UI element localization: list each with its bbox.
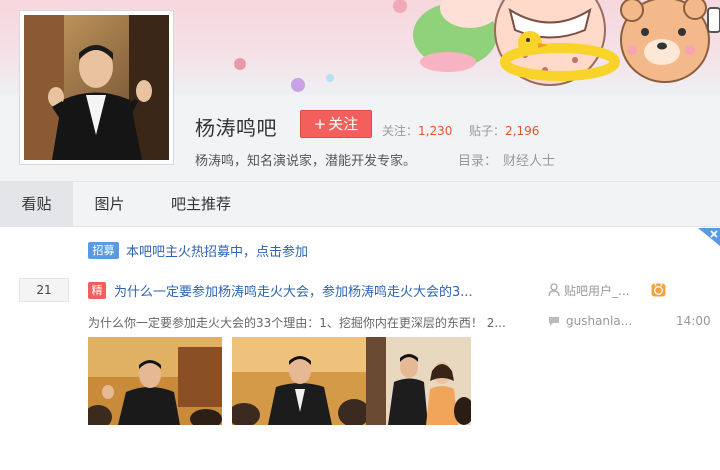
forum-description: 杨涛鸣，知名演说家，潜能开发专家。: [195, 154, 417, 169]
forum-avatar[interactable]: [19, 10, 174, 165]
tab-pictures[interactable]: 图片: [73, 182, 146, 227]
orange-badge-icon: [651, 283, 666, 297]
catalog-label: 目录：: [458, 154, 498, 169]
close-corner-icon[interactable]: [698, 228, 720, 246]
speaker-portrait-image: [24, 15, 169, 160]
tab-posts[interactable]: 看贴: [0, 182, 73, 227]
forum-title[interactable]: 杨涛鸣吧: [195, 112, 277, 141]
last-reply-time: 14:00: [676, 314, 711, 328]
posts-label: 贴子：: [469, 124, 506, 138]
thread-thumbnail[interactable]: [366, 337, 471, 425]
last-reply-user[interactable]: gushanla...: [566, 314, 632, 328]
forum-tab-bar: 看贴 图片 吧主推荐: [0, 181, 720, 227]
thread-thumbnail[interactable]: [232, 337, 366, 425]
followers-label: 关注：: [382, 124, 419, 138]
followers-stat: 关注：1,230: [382, 122, 452, 139]
featured-badge: 精: [88, 282, 106, 299]
catalog-link[interactable]: 财经人士: [503, 154, 555, 169]
thread-author[interactable]: 贴吧用户_...: [564, 282, 629, 299]
follow-button-label: 关注: [328, 115, 359, 133]
reply-count-badge: 21: [19, 278, 69, 302]
user-icon: [548, 283, 560, 296]
plus-icon: +: [313, 115, 327, 133]
thread-photo-1: [88, 337, 222, 425]
thread-thumbnail[interactable]: [88, 337, 222, 425]
follow-button[interactable]: + 关注: [300, 110, 372, 138]
followers-count: 1,230: [418, 124, 453, 138]
thread-photo-3: [366, 337, 471, 425]
comment-icon: [549, 317, 559, 326]
thread-title-link[interactable]: 为什么一定要参加杨涛鸣走火大会，参加杨涛鸣走火大会的3...: [114, 281, 473, 300]
posts-count: 2,196: [505, 124, 540, 138]
recruit-badge: 招募: [88, 242, 119, 259]
tab-moderator-picks[interactable]: 吧主推荐: [155, 182, 247, 227]
posts-stat: 贴子：2,196: [469, 122, 539, 139]
thread-abstract: 为什么你一定要参加走火大会的33个理由：1、挖掘你内在更深层的东西！ 2...: [88, 316, 506, 330]
recruit-notice-link[interactable]: 本吧吧主火热招募中，点击参加: [126, 241, 308, 260]
thread-photo-2: [232, 337, 366, 425]
forum-catalog: 目录： 财经人士: [458, 150, 555, 169]
